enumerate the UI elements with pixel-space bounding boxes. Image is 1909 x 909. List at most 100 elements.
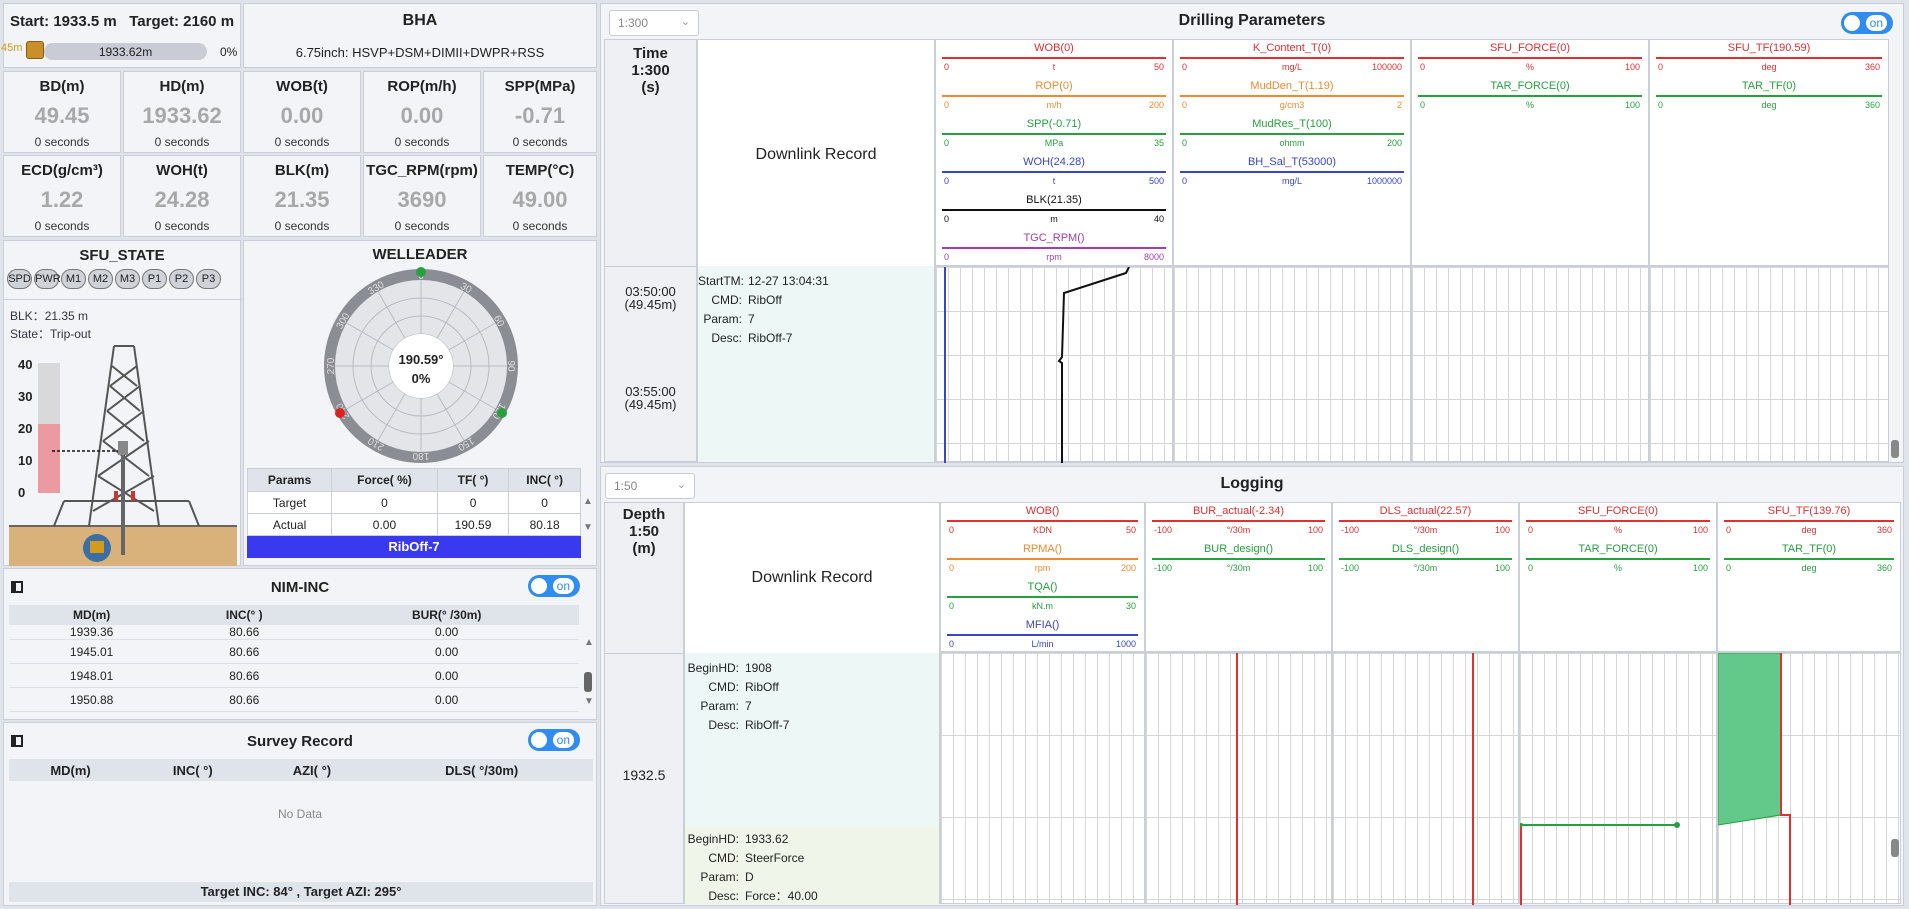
metric-age: 0 seconds [154,219,210,233]
curve-header[interactable]: BUR_actual(-2.34) -100 °/30m 100 [1146,505,1331,542]
curve-header[interactable]: MFIA() 0 L/min 1000 [941,619,1144,656]
curve-header[interactable]: WOB() 0 KDN 50 [941,505,1144,542]
drilling-scroll-handle[interactable] [1891,440,1899,458]
survey-toggle[interactable]: on [528,729,580,751]
time-column: Time 1:300 (s) 03:50:00 (49.45m) 03:55:0… [604,39,697,462]
nim-scrollbar[interactable]: ▲ ▼ [584,637,594,717]
scroll-down-icon[interactable]: ▼ [583,522,593,533]
table-cell: 80.18 [508,513,581,536]
logging-scroll-handle[interactable] [1891,839,1899,857]
curve-max: 200 [1148,100,1164,110]
depth-title: Depth [622,506,666,523]
progress-text: 1933.62m [98,45,153,59]
table-cell: 0.00 [435,668,459,683]
nim-inc-toggle[interactable]: on [528,575,580,597]
curve-header[interactable]: TGC_RPM() 0 rpm 8000 [936,232,1172,269]
curve-header[interactable]: K_Content_T(0) 0 mg/L 100000 [1174,42,1410,79]
sfu-btn-m3[interactable]: M3 [115,269,140,289]
curve-line [942,171,1166,173]
time-scale: 1:300 [631,62,670,79]
curve-name: TAR_TF(0) [1781,543,1837,555]
sfu-btn-spd[interactable]: SPD [7,269,32,289]
curve-header[interactable]: DLS_design() -100 °/30m 100 [1333,543,1518,580]
curve-line [1418,57,1642,59]
curve-header[interactable]: SFU_FORCE(0) 0% 100 [1520,505,1716,542]
curve-unit: ohmm [1279,138,1305,148]
curve-line [1526,558,1710,560]
depth-unit: (m) [632,540,656,557]
target-value: 2160 m [183,13,235,30]
sfu-btn-pwr[interactable]: PWR [34,269,61,289]
curve-header[interactable]: BUR_design() -100 °/30m 100 [1146,543,1331,580]
tar-force-point [1520,823,1523,827]
curve-header[interactable]: TQA() 0 kN.m 30 [941,581,1144,618]
curve-header[interactable]: TAR_FORCE(0) 0% 100 [1412,80,1648,117]
derrick-icon [9,345,237,566]
curve-max: 50 [1153,62,1164,72]
curve-header[interactable]: BLK(21.35) 0 m 40 [936,194,1172,231]
drill-bit-icon [26,41,44,59]
curve-header-column: SFU_FORCE(0) 0% 100 TAR_FORCE(0) 0% 100 [1519,502,1717,652]
dial-label: 270 [326,357,337,374]
curve-unit: °/30m [1226,563,1251,573]
metric-value: -0.71 [514,103,566,128]
drilling-title: Drilling Parameters [1178,12,1326,29]
header-panel: Start: 1933.5 m Target: 2160 m 45m 1933.… [1,3,241,68]
survey-toggle-label: on [552,732,574,748]
blk-line: BLK：21.35 m [10,307,88,324]
time-row-2-depth: (49.45m) [624,397,677,412]
curve-line [947,634,1138,636]
logging-downlink-column: Downlink Record BeginHD: 1908 CMD: RibOff … [684,502,940,904]
curve-header[interactable]: WOB(0) 0 t 50 [936,42,1172,79]
metric-card: SPP(MPa) -0.71 0 seconds [483,71,597,153]
drilling-toggle[interactable]: on [1841,12,1893,34]
curve-header[interactable]: SFU_TF(139.76) 0 deg 360 [1718,505,1900,542]
metric-age: 0 seconds [274,219,330,233]
table-header: MD(m) [50,762,91,778]
record-desc: RibOff-7 [748,331,793,345]
curve-name: SPP(-0.71) [1026,118,1082,130]
sfu-btn-p3[interactable]: P3 [196,269,221,289]
curve-header[interactable]: RPMA() 0 rpm 200 [941,543,1144,580]
survey-panel: Survey Record on MD(m) INC( °) AZI( °) DLS(… [3,722,597,906]
curve-max: 50 [1125,525,1136,535]
curve-name: BUR_actual(-2.34) [1192,505,1285,517]
sfu-btn-m1[interactable]: M1 [61,269,86,289]
metric-value: 0.00 [280,103,324,128]
metric-value: 3690 [397,187,447,212]
dial-label: 180 [412,450,429,461]
metric-value: 1933.62 [142,103,222,128]
curve-unit: °/30m [1413,525,1438,535]
blk-label: BLK： [10,309,45,323]
sfu-btn-p2[interactable]: P2 [169,269,194,289]
table-row: 1948.01 80.66 0.00 [9,664,579,688]
record-param: 7 [748,312,755,326]
curve-header[interactable]: DLS_actual(22.57) -100 °/30m 100 [1333,505,1518,542]
curve-header[interactable]: TAR_TF(0) 0 deg 360 [1650,80,1888,117]
curve-line [947,558,1138,560]
curve-header[interactable]: SFU_TF(190.59) 0 deg 360 [1650,42,1888,79]
curve-header[interactable]: MudRes_T(100) 0 ohmm 200 [1174,118,1410,155]
table-cell: 1950.88 [69,692,114,707]
log-track [1717,652,1901,905]
curve-max: 100 [1494,525,1510,535]
curve-header[interactable]: WOH(24.28) 0 t 500 [936,156,1172,193]
curve-header[interactable]: SPP(-0.71) 0 MPa 35 [936,118,1172,155]
metric-title: TEMP(°C) [505,162,575,179]
curve-header[interactable]: SFU_FORCE(0) 0% 100 [1412,42,1648,79]
table-cell: Actual [246,513,333,536]
scroll-up-icon[interactable]: ▲ [583,496,593,507]
nim-inc-toggle-label: on [552,578,574,594]
time-row-1: 03:50:00 (49.45m) [605,285,696,311]
curve-header[interactable]: ROP(0) 0 m/h 200 [936,80,1172,117]
sfu-btn-m2[interactable]: M2 [88,269,113,289]
curve-header[interactable]: BH_Sal_T(53000) 0 mg/L 1000000 [1174,156,1410,193]
curve-header[interactable]: TAR_FORCE(0) 0% 100 [1520,543,1716,580]
curve-unit: °/30m [1226,525,1251,535]
record-param-label: Param: [703,312,742,326]
curve-max: 360 [1864,62,1880,72]
curve-header[interactable]: TAR_TF(0) 0 deg 360 [1718,543,1900,580]
curve-header[interactable]: MudDen_T(1.19) 0 g/cm3 2 [1174,80,1410,117]
curve-line [942,57,1166,59]
sfu-btn-p1[interactable]: P1 [142,269,167,289]
